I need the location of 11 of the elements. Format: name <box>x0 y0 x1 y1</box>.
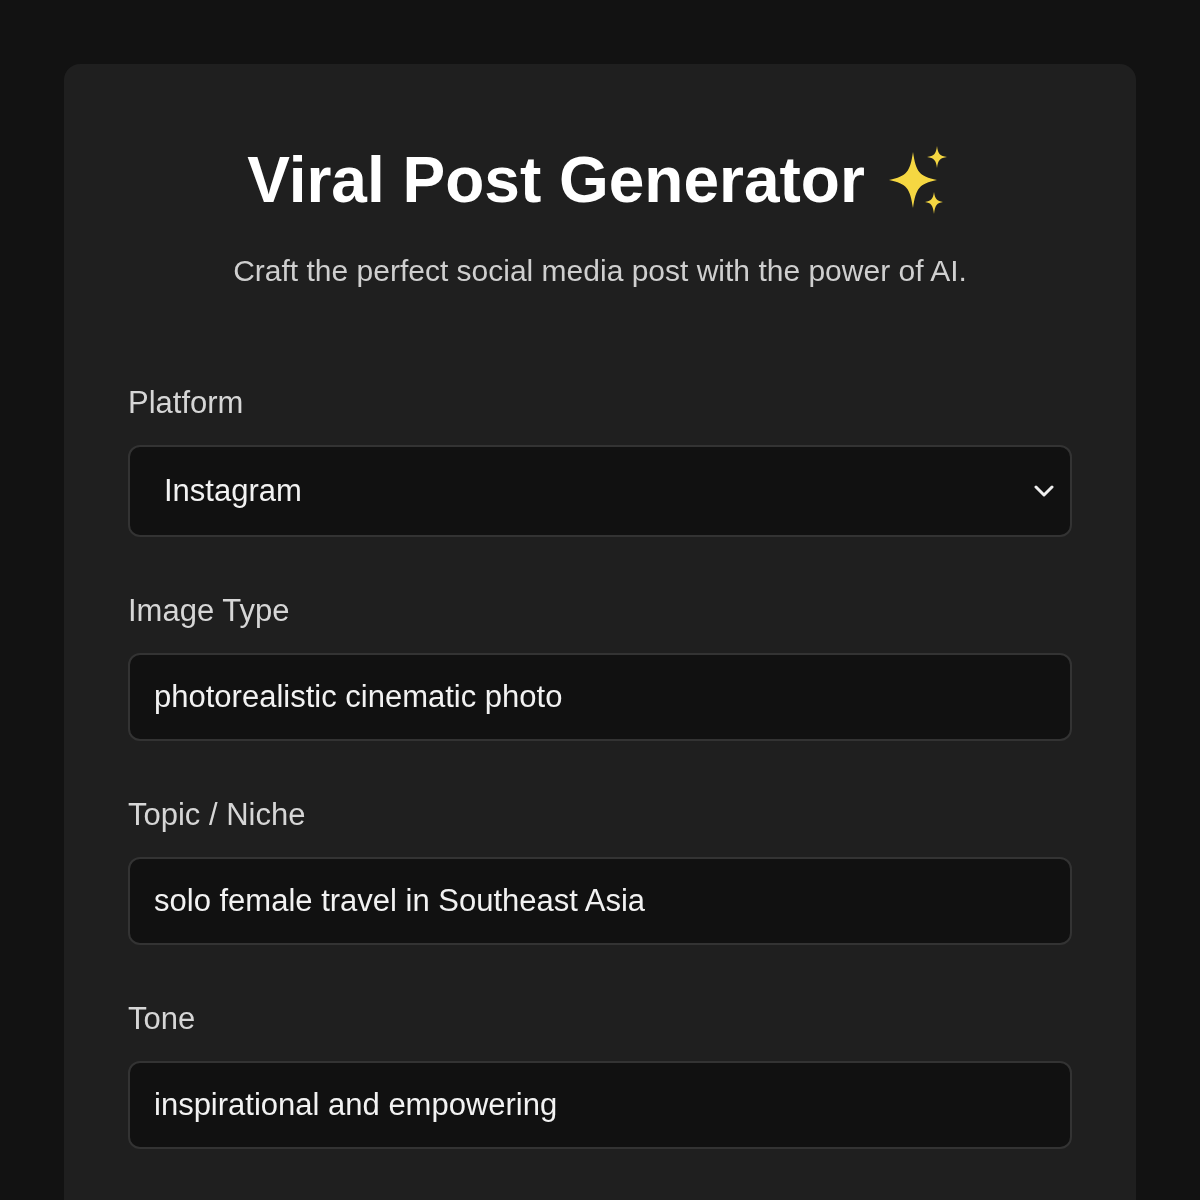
text-input-field[interactable]: photorealistic cinematic photo <box>128 653 1072 741</box>
field-label: Platform <box>128 385 244 421</box>
page-subtitle: Craft the perfect social media post with the power of AI. <box>232 253 968 289</box>
page-title: Viral Post Generator <box>247 143 865 218</box>
text-input-field[interactable]: inspirational and empowering <box>128 1061 1072 1149</box>
chevron-down-icon <box>1034 485 1054 497</box>
text-input-field[interactable]: solo female travel in Southeast Asia <box>128 857 1072 945</box>
field-label: Tone <box>128 1001 196 1037</box>
field-label: Image Type <box>128 593 290 629</box>
field-label: Topic / Niche <box>128 797 306 833</box>
platform-select[interactable]: Instagram <box>128 445 1072 537</box>
